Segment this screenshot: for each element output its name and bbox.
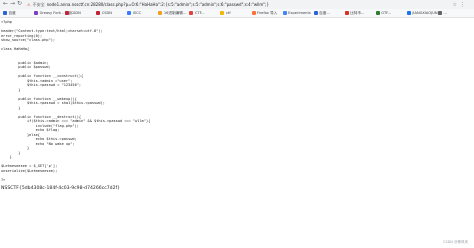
bookmark-label: 16进制编辑... bbox=[163, 10, 187, 15]
bookmark-item[interactable]: Experiments bbox=[282, 10, 311, 16]
bookmark-favicon-icon bbox=[406, 11, 411, 15]
code-line: public $admin; bbox=[1, 60, 49, 65]
reload-icon[interactable]: ↻ bbox=[16, 1, 23, 7]
bookmark-favicon-icon bbox=[96, 11, 101, 15]
bookmark-item[interactable]: CSDN bbox=[96, 10, 112, 16]
code-line: } bbox=[1, 105, 21, 110]
bookmark-label: CTF... bbox=[194, 11, 205, 15]
code-line: $this->passwd = "123456"; bbox=[1, 83, 82, 87]
code-line: $Letmeseesee = $_GET['p']; bbox=[1, 164, 58, 168]
code-line: $this->passwd = sha1($this->passwd); bbox=[1, 101, 105, 105]
bookmark-favicon-icon bbox=[220, 11, 225, 15]
code-line: echo $flag; bbox=[1, 128, 60, 132]
bookmark-item[interactable]: ctf bbox=[220, 10, 231, 16]
bookmark-item[interactable]: 16进制编辑... bbox=[158, 10, 186, 16]
code-line: ?> bbox=[1, 177, 6, 182]
code-line: class HaHaHa{ bbox=[1, 47, 30, 51]
bookmark-favicon-icon bbox=[158, 11, 163, 15]
bookmark-label: Experiments bbox=[288, 11, 311, 15]
php-source-code: <?php header("Content-type:text/html;cha… bbox=[1, 20, 301, 182]
bookmark-label: GTF... bbox=[381, 11, 392, 15]
code-line: if($this->admin === "admin" && $this->pa… bbox=[1, 119, 151, 123]
code-line: unserialize($Letmeseesee); bbox=[1, 168, 58, 173]
code-line: public function __construct(){ bbox=[1, 74, 84, 78]
bookmark-item[interactable]: CSDN bbox=[65, 10, 81, 16]
bookmark-item[interactable]: GTF... bbox=[375, 10, 392, 16]
code-line: public function __wakeup(){ bbox=[1, 96, 77, 101]
bookmark-favicon-icon bbox=[437, 11, 442, 15]
bookmark-favicon-icon bbox=[3, 11, 7, 15]
code-line: public $passwd; bbox=[1, 65, 51, 69]
bookmark-star-icon[interactable]: ☆ bbox=[453, 2, 457, 8]
address-bar: ← → ↻ ⚠ 不安全 node1.anna.nssctf.cn:28280/c… bbox=[0, 0, 474, 9]
code-line: show_source("class.php"); bbox=[1, 38, 56, 42]
bookmark-label: Firefox 导入 bbox=[257, 10, 278, 15]
code-line: error_reporting(0); bbox=[1, 33, 43, 38]
bookmark-favicon-icon bbox=[127, 11, 132, 15]
bookmark-favicon-icon bbox=[344, 11, 349, 15]
bookmark-favicon-icon bbox=[65, 11, 70, 15]
bookmark-item[interactable]: JIANGXIAOJUN... bbox=[406, 10, 441, 16]
bookmark-favicon-icon bbox=[34, 11, 39, 15]
bookmark-label: CSDN bbox=[70, 11, 81, 15]
bookmark-label: JIANGXIAOJUN... bbox=[412, 11, 441, 15]
bookmark-favicon-icon bbox=[282, 11, 287, 15]
code-line: header("Content-type:text/html;charset=u… bbox=[1, 29, 103, 33]
code-line: echo "No wake up"; bbox=[1, 141, 75, 146]
menu-icon[interactable]: ⋮ bbox=[460, 2, 465, 8]
bookmark-label: ... bbox=[443, 11, 447, 15]
code-line: }else{ bbox=[1, 132, 40, 137]
bookmark-item[interactable]: CTF... bbox=[189, 10, 205, 16]
watermark: CSDN @等风来 bbox=[442, 240, 468, 244]
bookmark-item[interactable]: Firefox 导入 bbox=[251, 10, 278, 16]
bookmark-label: ctf bbox=[225, 11, 231, 15]
flag-output: NSSCTF{5db4308c-184f-4c03-9c98-d74266cc7… bbox=[1, 186, 121, 191]
warning-icon: ⚠ bbox=[27, 2, 31, 7]
bookmark-label: 百度... bbox=[319, 10, 330, 15]
bookmark-favicon-icon bbox=[375, 11, 380, 15]
code-line: include("flag.php"); bbox=[1, 123, 79, 128]
bookmark-favicon-icon bbox=[313, 11, 318, 15]
bookmarks-bar: 百度 Greasy Fork - 安全... CSDN CSDN ISCC 16进制编辑.… bbox=[0, 9, 474, 18]
code-line: } bbox=[1, 87, 21, 92]
bookmark-favicon-icon bbox=[189, 11, 194, 15]
bookmark-label: 比特币... bbox=[350, 10, 365, 15]
code-line: } bbox=[1, 146, 30, 150]
bookmark-label: CSDN bbox=[101, 11, 112, 15]
code-line: echo $this->passwd; bbox=[1, 137, 77, 141]
bookmark-item[interactable]: 百度... bbox=[313, 10, 330, 16]
code-line: public function __destruct(){ bbox=[1, 114, 82, 119]
security-label: 不安全 bbox=[32, 1, 45, 7]
code-line: } bbox=[1, 150, 21, 155]
bookmark-item[interactable]: ISCC bbox=[127, 10, 141, 16]
code-line: <?php bbox=[1, 20, 12, 24]
back-icon[interactable]: ← bbox=[2, 1, 9, 7]
bookmark-item[interactable]: 百度 bbox=[3, 10, 16, 16]
url-text[interactable]: node1.anna.nssctf.cn:28280/class.php?p=O… bbox=[47, 2, 269, 7]
code-line: } bbox=[1, 155, 12, 159]
bookmark-favicon-icon bbox=[251, 11, 256, 15]
bookmark-item[interactable]: ... bbox=[437, 10, 447, 16]
code-line: $this->admin ="user"; bbox=[1, 78, 73, 83]
url-bar[interactable]: ⚠ 不安全 node1.anna.nssctf.cn:28280/class.p… bbox=[27, 1, 467, 8]
bookmark-item[interactable]: 比特币... bbox=[344, 10, 365, 16]
bookmark-label: 百度 bbox=[8, 10, 16, 15]
forward-icon[interactable]: → bbox=[9, 1, 16, 7]
bookmark-label: ISCC bbox=[132, 11, 142, 15]
